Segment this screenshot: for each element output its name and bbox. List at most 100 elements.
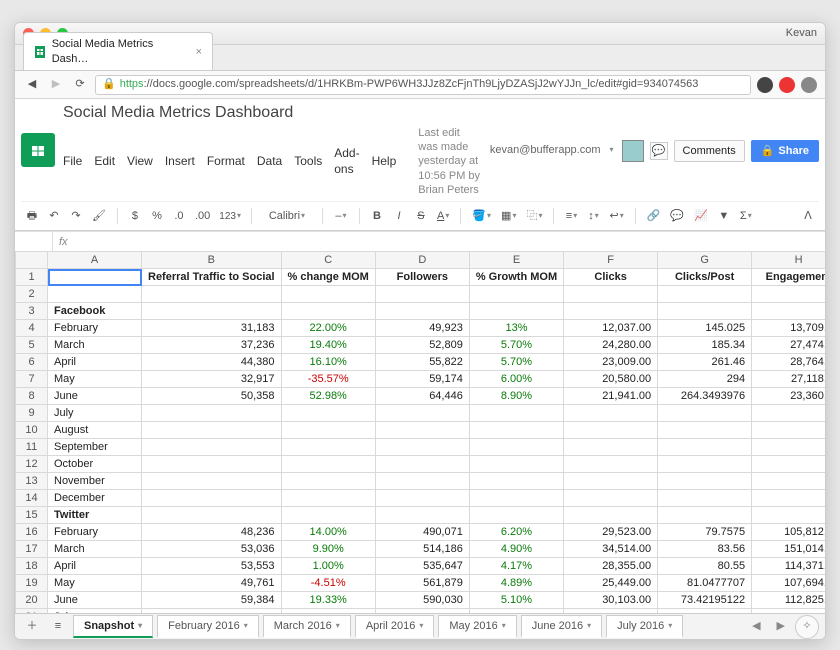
- cell[interactable]: 490,071: [375, 524, 469, 541]
- cell[interactable]: [658, 507, 752, 524]
- cell[interactable]: [281, 507, 375, 524]
- cell[interactable]: 30,103.00: [564, 592, 658, 609]
- cell[interactable]: 145.025: [658, 320, 752, 337]
- section-header-cell[interactable]: Twitter: [48, 507, 142, 524]
- share-button[interactable]: 🔒 Share: [751, 140, 819, 162]
- cell[interactable]: 64,446: [375, 388, 469, 405]
- text-color-button[interactable]: A▾: [434, 206, 452, 226]
- cell[interactable]: 73.42195122: [658, 592, 752, 609]
- cell[interactable]: 23,009.00: [564, 354, 658, 371]
- cell[interactable]: -4.51%: [281, 575, 375, 592]
- cell[interactable]: [564, 609, 658, 613]
- cell[interactable]: 107,694.00: [752, 575, 825, 592]
- row-header[interactable]: 9: [16, 405, 48, 422]
- cell[interactable]: Clicks/Post: [658, 269, 752, 286]
- browser-tab[interactable]: Social Media Metrics Dash… ×: [23, 32, 213, 70]
- chat-icon[interactable]: 💬: [650, 142, 668, 160]
- merge-cells-button[interactable]: ⿻▾: [523, 206, 545, 226]
- sheet-tab[interactable]: May 2016▾: [438, 615, 516, 638]
- cell[interactable]: [375, 422, 469, 439]
- cell[interactable]: 6.00%: [469, 371, 563, 388]
- cell[interactable]: [658, 303, 752, 320]
- extension-icon[interactable]: [779, 77, 795, 93]
- cell[interactable]: 4.17%: [469, 558, 563, 575]
- cell[interactable]: 29,523.00: [564, 524, 658, 541]
- cell[interactable]: [469, 303, 563, 320]
- row-header[interactable]: 13: [16, 473, 48, 490]
- cell[interactable]: [564, 473, 658, 490]
- address-bar[interactable]: 🔒 https://docs.google.com/spreadsheets/d…: [95, 75, 751, 95]
- cell[interactable]: 13%: [469, 320, 563, 337]
- cell[interactable]: [564, 456, 658, 473]
- row-header[interactable]: 1: [16, 269, 48, 286]
- column-header[interactable]: C: [281, 252, 375, 269]
- cell[interactable]: 81.0477707: [658, 575, 752, 592]
- functions-button[interactable]: Σ▾: [737, 206, 755, 226]
- cell[interactable]: [142, 422, 282, 439]
- chevron-down-icon[interactable]: ▾: [336, 621, 340, 631]
- cell[interactable]: 16.10%: [281, 354, 375, 371]
- column-header[interactable]: E: [469, 252, 563, 269]
- cell[interactable]: [752, 422, 825, 439]
- cell[interactable]: [375, 507, 469, 524]
- cell[interactable]: 264.3493976: [658, 388, 752, 405]
- cell[interactable]: [375, 490, 469, 507]
- cell[interactable]: [48, 286, 142, 303]
- cell[interactable]: [564, 490, 658, 507]
- cell[interactable]: 59,384: [142, 592, 282, 609]
- cell[interactable]: December: [48, 490, 142, 507]
- fill-color-button[interactable]: 🪣▾: [469, 206, 494, 226]
- menu-view[interactable]: View: [127, 154, 153, 170]
- row-header[interactable]: 16: [16, 524, 48, 541]
- v-align-button[interactable]: ↕▾: [584, 206, 602, 226]
- cell[interactable]: 24,280.00: [564, 337, 658, 354]
- cell[interactable]: [658, 439, 752, 456]
- cell[interactable]: 105,812.00: [752, 524, 825, 541]
- menu-tools[interactable]: Tools: [294, 154, 322, 170]
- cell[interactable]: April: [48, 354, 142, 371]
- sheet-grid[interactable]: ABCDEFGH1Referral Traffic to Social% cha…: [15, 251, 825, 613]
- explore-button[interactable]: ✧: [795, 615, 819, 639]
- cell[interactable]: [469, 456, 563, 473]
- sheet-tab[interactable]: June 2016▾: [521, 615, 602, 638]
- add-sheet-button[interactable]: ＋: [21, 619, 43, 633]
- cell[interactable]: May: [48, 371, 142, 388]
- cell[interactable]: [375, 439, 469, 456]
- cell[interactable]: 28,355.00: [564, 558, 658, 575]
- cell[interactable]: [564, 439, 658, 456]
- row-header[interactable]: 2: [16, 286, 48, 303]
- cell[interactable]: March: [48, 541, 142, 558]
- row-header[interactable]: 5: [16, 337, 48, 354]
- cell[interactable]: July: [48, 609, 142, 613]
- cell[interactable]: 49,761: [142, 575, 282, 592]
- cell[interactable]: 561,879: [375, 575, 469, 592]
- cell[interactable]: [752, 439, 825, 456]
- h-align-button[interactable]: ≡▾: [562, 206, 580, 226]
- font-family-select[interactable]: Calibri▾: [260, 206, 314, 226]
- undo-button[interactable]: ↶: [45, 206, 63, 226]
- cell[interactable]: [375, 473, 469, 490]
- chevron-down-icon[interactable]: ▾: [138, 621, 142, 631]
- insert-chart-button[interactable]: 📈: [691, 206, 711, 226]
- cell[interactable]: [752, 490, 825, 507]
- inc-decimals-button[interactable]: .00: [192, 206, 213, 226]
- cell[interactable]: 151,014.00: [752, 541, 825, 558]
- cell[interactable]: [564, 405, 658, 422]
- insert-comment-button[interactable]: 💬: [667, 206, 687, 226]
- cell[interactable]: [469, 609, 563, 613]
- cell[interactable]: [658, 609, 752, 613]
- cell[interactable]: [281, 456, 375, 473]
- cell[interactable]: Followers: [375, 269, 469, 286]
- cell[interactable]: [469, 507, 563, 524]
- cell[interactable]: [564, 507, 658, 524]
- cell[interactable]: [658, 473, 752, 490]
- cell[interactable]: 32,917: [142, 371, 282, 388]
- menu-help[interactable]: Help: [372, 154, 397, 170]
- collapse-toolbar-button[interactable]: ᐱ: [799, 206, 817, 226]
- sheet-tab[interactable]: Snapshot▾: [73, 615, 153, 638]
- borders-button[interactable]: ▦▾: [498, 206, 519, 226]
- sheet-tab[interactable]: March 2016▾: [263, 615, 351, 638]
- menu-insert[interactable]: Insert: [165, 154, 195, 170]
- column-header[interactable]: F: [564, 252, 658, 269]
- cell[interactable]: [142, 439, 282, 456]
